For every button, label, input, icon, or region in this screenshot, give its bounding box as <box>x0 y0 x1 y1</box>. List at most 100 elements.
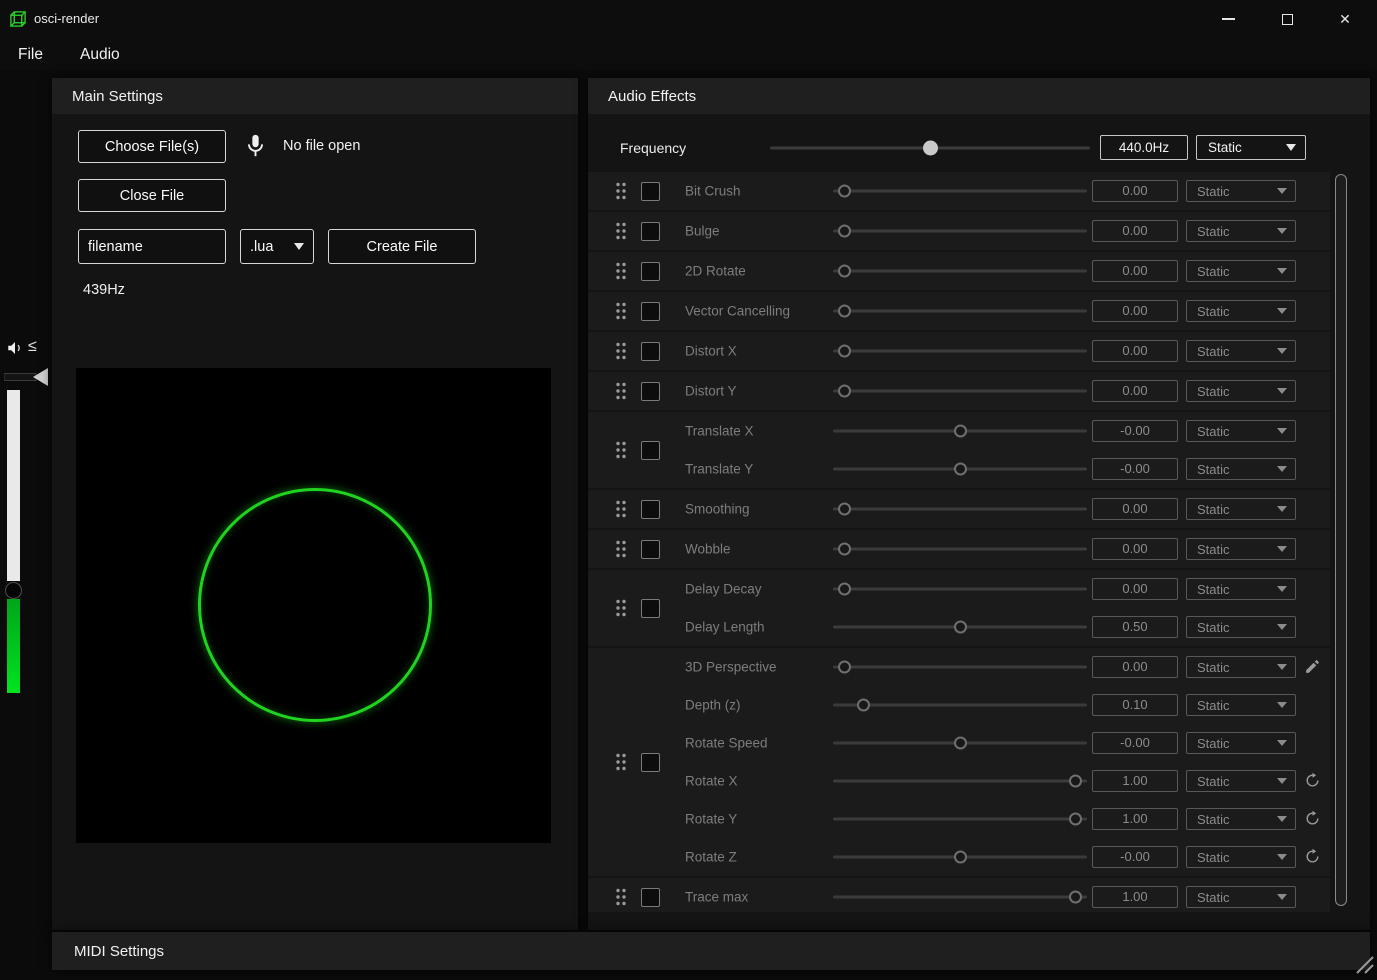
slider-thumb[interactable] <box>954 463 967 476</box>
effect-value[interactable]: 0.00 <box>1092 498 1178 520</box>
frequency-mode-dropdown[interactable]: Static <box>1196 135 1306 160</box>
slider-thumb[interactable] <box>954 737 967 750</box>
effect-slider[interactable] <box>833 345 1087 358</box>
effect-value[interactable]: 0.00 <box>1092 260 1178 282</box>
close-button[interactable]: ✕ <box>1328 4 1362 34</box>
effect-value[interactable]: 0.00 <box>1092 220 1178 242</box>
slider-thumb[interactable] <box>1069 891 1082 904</box>
effect-mode-dropdown[interactable]: Static <box>1186 616 1296 638</box>
effect-slider[interactable] <box>833 543 1087 556</box>
slider-thumb[interactable] <box>838 503 851 516</box>
effect-value[interactable]: 0.00 <box>1092 300 1178 322</box>
effect-slider[interactable] <box>833 305 1087 318</box>
effect-slider[interactable] <box>833 813 1087 826</box>
maximize-button[interactable] <box>1270 4 1304 34</box>
effect-mode-dropdown[interactable]: Static <box>1186 886 1296 908</box>
effect-mode-dropdown[interactable]: Static <box>1186 220 1296 242</box>
slider-thumb[interactable] <box>838 265 851 278</box>
slider-thumb[interactable] <box>954 621 967 634</box>
effect-slider[interactable] <box>833 583 1087 596</box>
effect-value[interactable]: 0.00 <box>1092 380 1178 402</box>
effect-value[interactable]: 1.00 <box>1092 808 1178 830</box>
slider-thumb[interactable] <box>954 851 967 864</box>
effect-slider[interactable] <box>833 503 1087 516</box>
effect-value[interactable]: -0.00 <box>1092 846 1178 868</box>
effects-scrollbar[interactable] <box>1334 174 1348 906</box>
effect-slider[interactable] <box>833 265 1087 278</box>
scrollbar-thumb[interactable] <box>1335 174 1347 906</box>
slider-thumb[interactable] <box>1069 813 1082 826</box>
menu-file[interactable]: File <box>12 43 49 67</box>
effect-value[interactable]: 0.00 <box>1092 180 1178 202</box>
effect-slider[interactable] <box>833 737 1087 750</box>
slider-thumb[interactable] <box>1069 775 1082 788</box>
effect-slider[interactable] <box>833 385 1087 398</box>
effect-value[interactable]: -0.00 <box>1092 458 1178 480</box>
spin-icon[interactable] <box>1304 772 1322 790</box>
effect-mode-dropdown[interactable]: Static <box>1186 340 1296 362</box>
effect-mode-dropdown[interactable]: Static <box>1186 770 1296 792</box>
slider-thumb[interactable] <box>838 305 851 318</box>
close-file-button[interactable]: Close File <box>78 179 226 212</box>
filename-input[interactable] <box>78 229 226 264</box>
effect-value[interactable]: -0.00 <box>1092 732 1178 754</box>
effect-slider[interactable] <box>833 775 1087 788</box>
effect-value[interactable]: 1.00 <box>1092 886 1178 908</box>
effect-mode-dropdown[interactable]: Static <box>1186 420 1296 442</box>
effect-mode-dropdown[interactable]: Static <box>1186 846 1296 868</box>
effect-slider[interactable] <box>833 425 1087 438</box>
slider-thumb[interactable] <box>838 225 851 238</box>
slider-thumb[interactable] <box>838 583 851 596</box>
frequency-value[interactable]: 440.0Hz <box>1100 135 1188 160</box>
effect-value[interactable]: 0.00 <box>1092 656 1178 678</box>
effect-mode-dropdown[interactable]: Static <box>1186 732 1296 754</box>
frequency-slider[interactable] <box>770 141 1090 156</box>
effect-mode-dropdown[interactable]: Static <box>1186 498 1296 520</box>
effect-mode-dropdown[interactable]: Static <box>1186 808 1296 830</box>
effect-mode-dropdown[interactable]: Static <box>1186 260 1296 282</box>
effect-slider[interactable] <box>833 185 1087 198</box>
effect-value[interactable]: 0.10 <box>1092 694 1178 716</box>
frequency-slider-thumb[interactable] <box>923 141 938 156</box>
slider-thumb[interactable] <box>954 425 967 438</box>
effect-mode-dropdown[interactable]: Static <box>1186 380 1296 402</box>
effect-slider[interactable] <box>833 463 1087 476</box>
effect-value[interactable]: 1.00 <box>1092 770 1178 792</box>
effect-value[interactable]: 0.00 <box>1092 340 1178 362</box>
volume-slider[interactable] <box>7 390 20 693</box>
volume-threshold-slider[interactable] <box>4 367 48 387</box>
effect-value[interactable]: 0.00 <box>1092 538 1178 560</box>
slider-thumb[interactable] <box>838 185 851 198</box>
minimize-button[interactable] <box>1211 4 1245 34</box>
effect-slider[interactable] <box>833 225 1087 238</box>
menu-audio[interactable]: Audio <box>74 43 126 67</box>
effect-mode-dropdown[interactable]: Static <box>1186 578 1296 600</box>
effect-slider[interactable] <box>833 851 1087 864</box>
resize-grip-icon[interactable] <box>1351 951 1375 975</box>
effect-mode-dropdown[interactable]: Static <box>1186 180 1296 202</box>
effect-slider[interactable] <box>833 621 1087 634</box>
slider-thumb[interactable] <box>838 543 851 556</box>
effect-mode-dropdown[interactable]: Static <box>1186 694 1296 716</box>
midi-settings-header[interactable]: MIDI Settings <box>52 932 1370 970</box>
effect-mode-dropdown[interactable]: Static <box>1186 458 1296 480</box>
effect-value[interactable]: 0.00 <box>1092 578 1178 600</box>
microphone-icon[interactable] <box>242 132 269 159</box>
effect-slider[interactable] <box>833 891 1087 904</box>
effect-value[interactable]: 0.50 <box>1092 616 1178 638</box>
choose-files-button[interactable]: Choose File(s) <box>78 130 226 163</box>
effect-mode-dropdown[interactable]: Static <box>1186 300 1296 322</box>
effect-slider[interactable] <box>833 661 1087 674</box>
effect-slider[interactable] <box>833 699 1087 712</box>
pencil-icon[interactable] <box>1304 658 1322 676</box>
effect-mode-dropdown[interactable]: Static <box>1186 656 1296 678</box>
slider-thumb[interactable] <box>838 385 851 398</box>
extension-dropdown[interactable]: .lua <box>240 229 314 264</box>
slider-thumb[interactable] <box>838 345 851 358</box>
create-file-button[interactable]: Create File <box>328 229 476 264</box>
slider-thumb[interactable] <box>857 699 870 712</box>
spin-icon[interactable] <box>1304 810 1322 828</box>
volume-thumb[interactable] <box>5 582 22 599</box>
slider-thumb[interactable] <box>838 661 851 674</box>
spin-icon[interactable] <box>1304 848 1322 866</box>
